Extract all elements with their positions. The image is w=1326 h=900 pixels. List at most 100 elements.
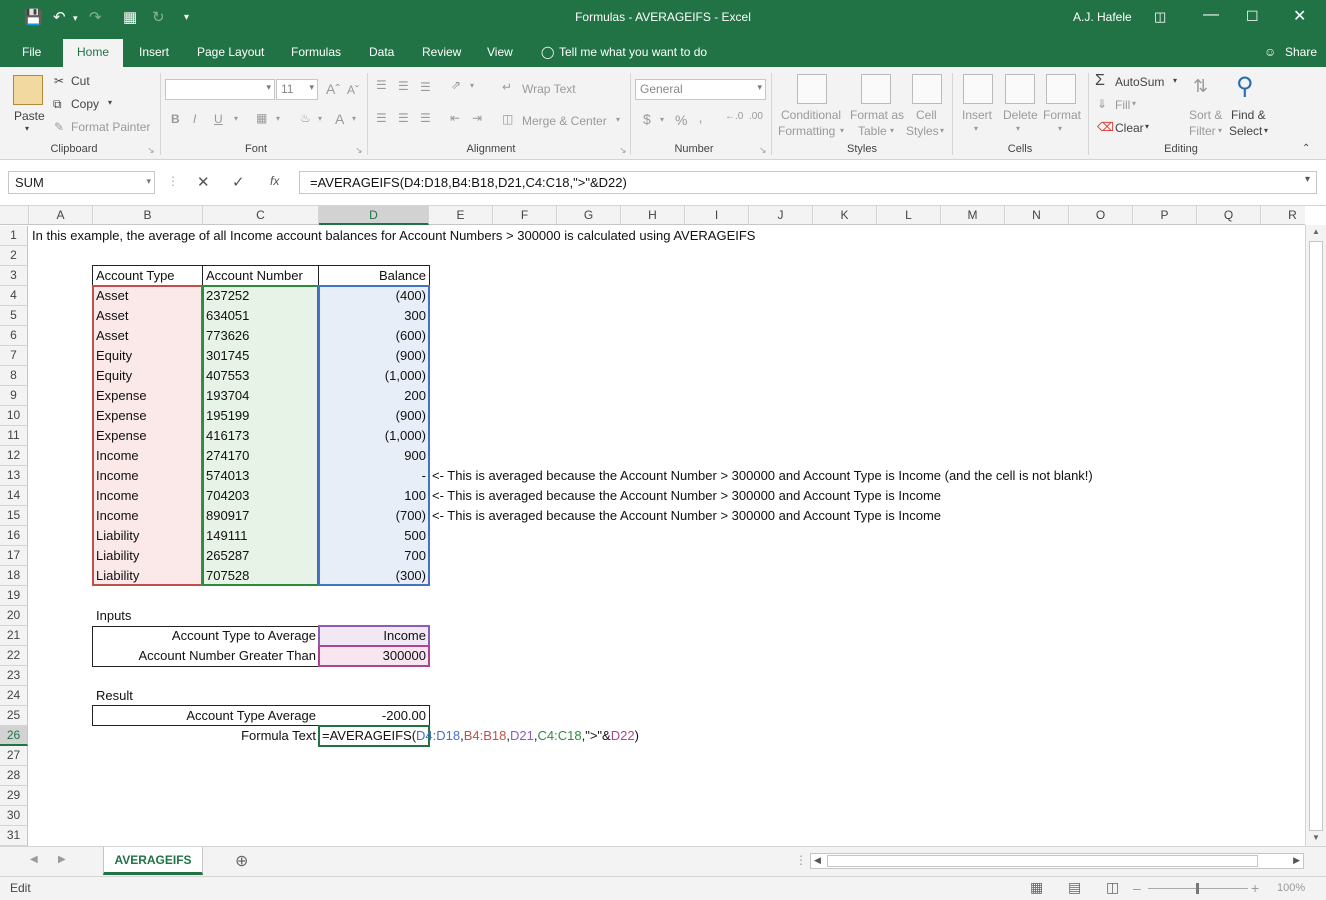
record-type[interactable]: Asset <box>93 306 203 326</box>
delete-cells-icon[interactable] <box>1005 74 1035 104</box>
alignment-launcher-icon[interactable]: ↘ <box>619 145 627 156</box>
minimize-icon[interactable]: — <box>1203 6 1219 24</box>
row-header-13[interactable]: 13 <box>0 466 28 486</box>
shrink-font-icon[interactable]: Aˇ <box>347 83 359 97</box>
column-header-a[interactable]: A <box>29 206 93 225</box>
row-header-1[interactable]: 1 <box>0 226 28 246</box>
merge-center-button[interactable]: Merge & Center <box>522 114 607 128</box>
tab-review[interactable]: Review <box>422 45 461 59</box>
zoom-in-icon[interactable]: + <box>1251 880 1259 896</box>
formula-input[interactable]: =AVERAGEIFS(D4:D18,B4:B18,D21,C4:C18,">"… <box>310 175 627 190</box>
number-launcher-icon[interactable]: ↘ <box>759 145 767 156</box>
record-type[interactable]: Equity <box>93 366 203 386</box>
row-header-21[interactable]: 21 <box>0 626 28 646</box>
copy-dropdown-icon[interactable]: ▾ <box>108 98 112 107</box>
font-color-icon[interactable]: A <box>335 111 344 127</box>
record-number[interactable]: 237252 <box>203 286 319 306</box>
autosum-button[interactable]: AutoSum <box>1115 75 1164 89</box>
increase-indent-icon[interactable]: ⇥ <box>472 111 482 125</box>
input-number-label[interactable]: Account Number Greater Than <box>93 646 319 666</box>
tab-formulas[interactable]: Formulas <box>291 45 341 59</box>
clear-icon[interactable]: ⌫ <box>1097 120 1114 134</box>
copy-button[interactable]: Copy <box>71 97 99 111</box>
row-header-28[interactable]: 28 <box>0 766 28 786</box>
row-header-5[interactable]: 5 <box>0 306 28 326</box>
result-title[interactable]: Result <box>93 686 136 706</box>
underline-dropdown-icon[interactable]: ▾ <box>234 114 238 123</box>
note-row-15[interactable]: <- This is averaged because the Account … <box>429 506 944 526</box>
column-header-r[interactable]: R <box>1261 206 1305 225</box>
find-select-icon[interactable]: ⚲ <box>1236 72 1254 101</box>
row-header-2[interactable]: 2 <box>0 246 28 266</box>
column-header-d[interactable]: D <box>319 206 429 225</box>
formula-text-editing[interactable]: =AVERAGEIFS(D4:D18,B4:B18,D21,C4:C18,">"… <box>319 726 642 746</box>
align-top-icon[interactable]: ☰ <box>376 78 387 92</box>
user-name[interactable]: A.J. Hafele <box>1073 10 1132 24</box>
sheet-prev-icon[interactable]: ◀ <box>30 854 38 865</box>
inputs-title[interactable]: Inputs <box>93 606 134 626</box>
paste-button[interactable]: Paste <box>14 109 45 123</box>
row-header-4[interactable]: 4 <box>0 286 28 306</box>
record-number[interactable]: 149111 <box>203 526 319 546</box>
column-header-i[interactable]: I <box>685 206 749 225</box>
column-header-p[interactable]: P <box>1133 206 1197 225</box>
number-format-combo[interactable]: General ▾ <box>635 79 766 100</box>
result-value[interactable]: -200.00 <box>319 706 429 726</box>
column-header-b[interactable]: B <box>93 206 203 225</box>
page-break-view-icon[interactable]: ◫ <box>1106 879 1119 896</box>
intro-text[interactable]: In this example, the average of all Inco… <box>29 226 758 246</box>
paste-dropdown-icon[interactable]: ▾ <box>25 124 29 133</box>
record-type[interactable]: Income <box>93 466 203 486</box>
scroll-up-icon[interactable]: ▲ <box>1312 227 1320 236</box>
font-name-combo[interactable]: ▾ <box>165 79 275 100</box>
sheet-tab-averageifs[interactable]: AVERAGEIFS <box>103 847 203 875</box>
record-type[interactable]: Income <box>93 506 203 526</box>
clipboard-launcher-icon[interactable]: ↘ <box>147 145 155 156</box>
currency-icon[interactable]: $ <box>643 111 651 127</box>
record-balance[interactable]: (1,000) <box>319 426 429 446</box>
close-icon[interactable]: ✕ <box>1293 6 1306 26</box>
percent-icon[interactable]: % <box>675 112 687 128</box>
format-dropdown-icon[interactable]: ▾ <box>1058 124 1062 133</box>
record-number[interactable]: 707528 <box>203 566 319 586</box>
font-size-combo[interactable]: 11 ▾ <box>276 79 318 100</box>
record-balance[interactable]: (900) <box>319 346 429 366</box>
increase-decimal-icon[interactable]: ←.0 <box>725 111 743 122</box>
record-balance[interactable]: (1,000) <box>319 366 429 386</box>
cell-styles-button[interactable]: Cell <box>916 108 937 122</box>
record-type[interactable]: Liability <box>93 546 203 566</box>
tab-insert[interactable]: Insert <box>139 45 169 59</box>
cell-styles-icon[interactable] <box>912 74 942 104</box>
record-balance[interactable]: 900 <box>319 446 429 466</box>
fill-dropdown-icon[interactable]: ▾ <box>1132 99 1136 108</box>
column-header-l[interactable]: L <box>877 206 941 225</box>
autosum-icon[interactable]: Σ <box>1095 72 1105 90</box>
record-balance[interactable]: 700 <box>319 546 429 566</box>
row-header-24[interactable]: 24 <box>0 686 28 706</box>
column-header-f[interactable]: F <box>493 206 557 225</box>
insert-dropdown-icon[interactable]: ▾ <box>974 124 978 133</box>
fill-color-icon[interactable]: ♨ <box>300 111 311 125</box>
record-balance[interactable]: (700) <box>319 506 429 526</box>
record-number[interactable]: 704203 <box>203 486 319 506</box>
record-type[interactable]: Expense <box>93 386 203 406</box>
font-launcher-icon[interactable]: ↘ <box>355 145 363 156</box>
vertical-scrollbar[interactable]: ▲ ▼ <box>1305 225 1326 846</box>
align-right-icon[interactable]: ☰ <box>420 111 431 125</box>
row-header-31[interactable]: 31 <box>0 826 28 846</box>
row-header-23[interactable]: 23 <box>0 666 28 686</box>
italic-button[interactable]: I <box>193 112 196 126</box>
grow-font-icon[interactable]: Aˆ <box>326 81 340 97</box>
column-header-e[interactable]: E <box>429 206 493 225</box>
enter-icon[interactable]: ✓ <box>232 173 245 191</box>
align-bottom-icon[interactable]: ☰ <box>420 80 431 94</box>
format-cells-icon[interactable] <box>1046 74 1076 104</box>
record-number[interactable]: 301745 <box>203 346 319 366</box>
expand-formula-icon[interactable]: ▾ <box>1305 174 1310 185</box>
find-dropdown-icon[interactable]: ▾ <box>1264 126 1268 135</box>
record-type[interactable]: Equity <box>93 346 203 366</box>
underline-button[interactable]: U <box>214 112 223 126</box>
record-number[interactable]: 265287 <box>203 546 319 566</box>
record-balance[interactable]: 500 <box>319 526 429 546</box>
horizontal-scrollbar[interactable]: ◀ ▶ <box>810 853 1304 869</box>
